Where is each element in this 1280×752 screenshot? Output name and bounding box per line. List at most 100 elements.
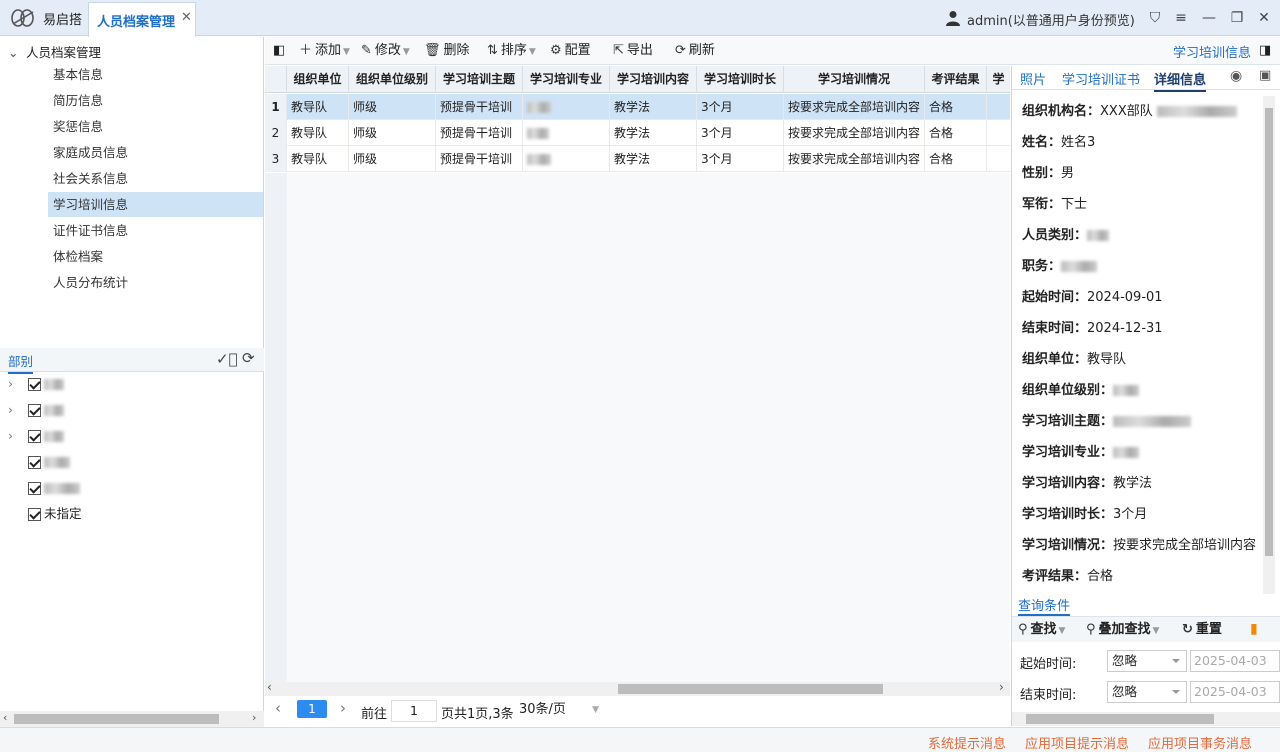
checkbox[interactable] — [28, 404, 41, 417]
table-row[interactable]: 2 教导队 师级 预提骨干培训 教学法 3个月 按要求完成全部培训内容 合格 — [265, 120, 1010, 146]
checkbox[interactable] — [28, 430, 41, 443]
tab-photo[interactable]: 照片 — [1020, 69, 1046, 88]
dept-item[interactable]: › — [8, 371, 64, 397]
panel-title: 学习培训信息 — [1173, 46, 1252, 61]
scrollbar-thumb[interactable] — [618, 684, 883, 694]
goto-page-input[interactable]: 1 — [391, 700, 437, 722]
delete-button[interactable]: 🗑 删除 — [424, 41, 470, 61]
check-all-icon[interactable]: ✓⃝ — [216, 350, 238, 368]
export-button[interactable]: ⇱ 导出 — [613, 41, 653, 61]
chevron-right-icon[interactable]: › — [8, 397, 28, 423]
prev-page-icon[interactable]: ‹ — [275, 699, 281, 717]
checkbox[interactable] — [28, 482, 41, 495]
cell: 3个月 — [697, 120, 784, 146]
column-header[interactable]: 学 — [987, 66, 1010, 93]
refresh-button[interactable]: ⟳ 刷新 — [675, 41, 715, 61]
scroll-right-icon[interactable]: › — [999, 680, 1004, 694]
eye-icon[interactable]: ◉ — [1230, 68, 1242, 84]
query-conditions-tab[interactable]: 查询条件 — [1018, 595, 1071, 616]
dept-item[interactable]: › — [8, 423, 64, 449]
checkbox[interactable] — [28, 508, 41, 521]
page-size-select[interactable]: 30条/页 ▼ — [515, 700, 605, 722]
shirt-icon[interactable]: ⛉ — [1147, 9, 1163, 27]
search-button[interactable]: ⚲ 查找 ▼ — [1018, 620, 1065, 640]
checkbox[interactable] — [28, 456, 41, 469]
scrollbar-thumb[interactable] — [1026, 714, 1214, 724]
app-messages-link[interactable]: 应用项目提示消息 — [1025, 733, 1129, 752]
column-header[interactable]: 学习培训情况 — [784, 66, 925, 93]
chevron-right-icon[interactable]: › — [8, 371, 28, 397]
nav-root[interactable]: ⌄ 人员档案管理 — [8, 42, 101, 61]
end-date-input[interactable]: 2025-04-03 — [1190, 681, 1280, 703]
scrollbar-thumb[interactable] — [1265, 108, 1273, 556]
user-name[interactable]: admin(以普通用户身份预览) — [967, 10, 1135, 29]
scrollbar-thumb[interactable] — [14, 714, 219, 724]
column-header[interactable]: 学习培训时长 — [697, 66, 784, 93]
cell: 教学法 — [610, 120, 697, 146]
cell: 预提骨干培训 — [436, 146, 523, 172]
column-header[interactable]: 学习培训主题 — [436, 66, 523, 93]
dept-item-unassigned[interactable]: 未指定 — [8, 501, 82, 527]
tab-personnel-archive[interactable]: 人员档案管理 ✕ — [88, 2, 196, 37]
horizontal-scrollbar[interactable]: ‹ › — [0, 711, 264, 727]
chevron-right-icon[interactable]: › — [8, 423, 28, 449]
page-number-current[interactable]: 1 — [297, 700, 327, 718]
tab-training-certificate[interactable]: 学习培训证书 — [1062, 69, 1140, 88]
panel-toggle-icon[interactable]: ◨ — [1259, 41, 1271, 61]
nav-item-certificates[interactable]: 证件证书信息 — [48, 218, 263, 243]
table-row[interactable]: 1 教导队 师级 预提骨干培训 教学法 3个月 按要求完成全部培训内容 合格 — [265, 94, 1010, 120]
column-header[interactable]: 组织单位级别 — [349, 66, 436, 93]
sidebar-toggle-icon[interactable]: ◧ — [273, 41, 285, 61]
column-header[interactable]: 组织单位 — [287, 66, 349, 93]
bookmark-icon[interactable]: ▮ — [1250, 621, 1258, 637]
sort-button[interactable]: ⇅ 排序 ▼ — [487, 41, 536, 61]
scroll-left-icon[interactable]: ‹ — [3, 711, 7, 724]
nav-item-family[interactable]: 家庭成员信息 — [48, 140, 263, 165]
nav-item-social[interactable]: 社会关系信息 — [48, 166, 263, 191]
column-header[interactable]: 学习培训专业 — [523, 66, 610, 93]
dept-item[interactable] — [8, 475, 80, 501]
add-button[interactable]: ＋添加 ▼ — [299, 41, 350, 61]
nav-item-distribution[interactable]: 人员分布统计 — [48, 270, 263, 295]
column-header[interactable]: 考评结果 — [925, 66, 987, 93]
horizontal-scrollbar[interactable]: ‹ › — [265, 680, 1010, 696]
cell: 教导队 — [287, 94, 349, 120]
next-page-icon[interactable]: › — [340, 699, 346, 717]
scroll-left-icon[interactable]: ‹ — [267, 680, 272, 694]
horizontal-scrollbar[interactable] — [1012, 712, 1280, 726]
end-time-mode-select[interactable]: 忽略 — [1107, 681, 1187, 703]
refresh-icon[interactable]: ⟳ — [242, 349, 255, 367]
start-time-mode-select[interactable]: 忽略 — [1107, 650, 1187, 672]
reset-button[interactable]: ↻ 重置 — [1182, 620, 1222, 640]
nav-item-training[interactable]: 学习培训信息 — [48, 192, 263, 217]
detail-row: 考评结果：合格 — [1022, 569, 1114, 584]
menu-icon[interactable]: ≡ — [1173, 9, 1189, 27]
detail-row: 姓名：姓名3 — [1022, 135, 1096, 150]
close-icon[interactable]: ✕ — [181, 10, 192, 25]
cell: 按要求完成全部培训内容 — [784, 120, 925, 146]
overlay-search-button[interactable]: ⚲ 叠加查找 ▼ — [1086, 620, 1159, 640]
goto-label: 前往 — [361, 707, 388, 722]
scroll-right-icon[interactable]: › — [252, 711, 256, 724]
checkbox[interactable] — [28, 378, 41, 391]
nav-item-basic-info[interactable]: 基本信息 — [48, 62, 263, 87]
edit-button[interactable]: ✎ 修改 ▼ — [361, 41, 410, 61]
config-button[interactable]: ⚙ 配置 — [550, 41, 591, 61]
system-messages-link[interactable]: 系统提示消息 — [928, 733, 1006, 752]
app-task-messages-link[interactable]: 应用项目事务消息 — [1148, 733, 1252, 752]
restore-icon[interactable]: ❐ — [1229, 9, 1245, 27]
nav-item-medical[interactable]: 体检档案 — [48, 244, 263, 269]
dept-item[interactable] — [8, 449, 70, 475]
save-icon[interactable]: ▣ — [1259, 68, 1271, 83]
dept-item[interactable]: › — [8, 397, 64, 423]
vertical-scrollbar[interactable] — [1263, 96, 1275, 594]
tab-detail-info[interactable]: 详细信息 — [1154, 69, 1207, 92]
chevron-down-icon[interactable]: ⌄ — [8, 45, 22, 60]
table-row[interactable]: 3 教导队 师级 预提骨干培训 教学法 3个月 按要求完成全部培训内容 合格 — [265, 146, 1010, 172]
column-header[interactable]: 学习培训内容 — [610, 66, 697, 93]
close-window-icon[interactable]: ✕ — [1256, 9, 1272, 27]
start-date-input[interactable]: 2025-04-03 — [1190, 650, 1280, 672]
nav-item-resume[interactable]: 简历信息 — [48, 88, 263, 113]
minimize-icon[interactable]: — — [1201, 9, 1217, 27]
nav-item-rewards[interactable]: 奖惩信息 — [48, 114, 263, 139]
